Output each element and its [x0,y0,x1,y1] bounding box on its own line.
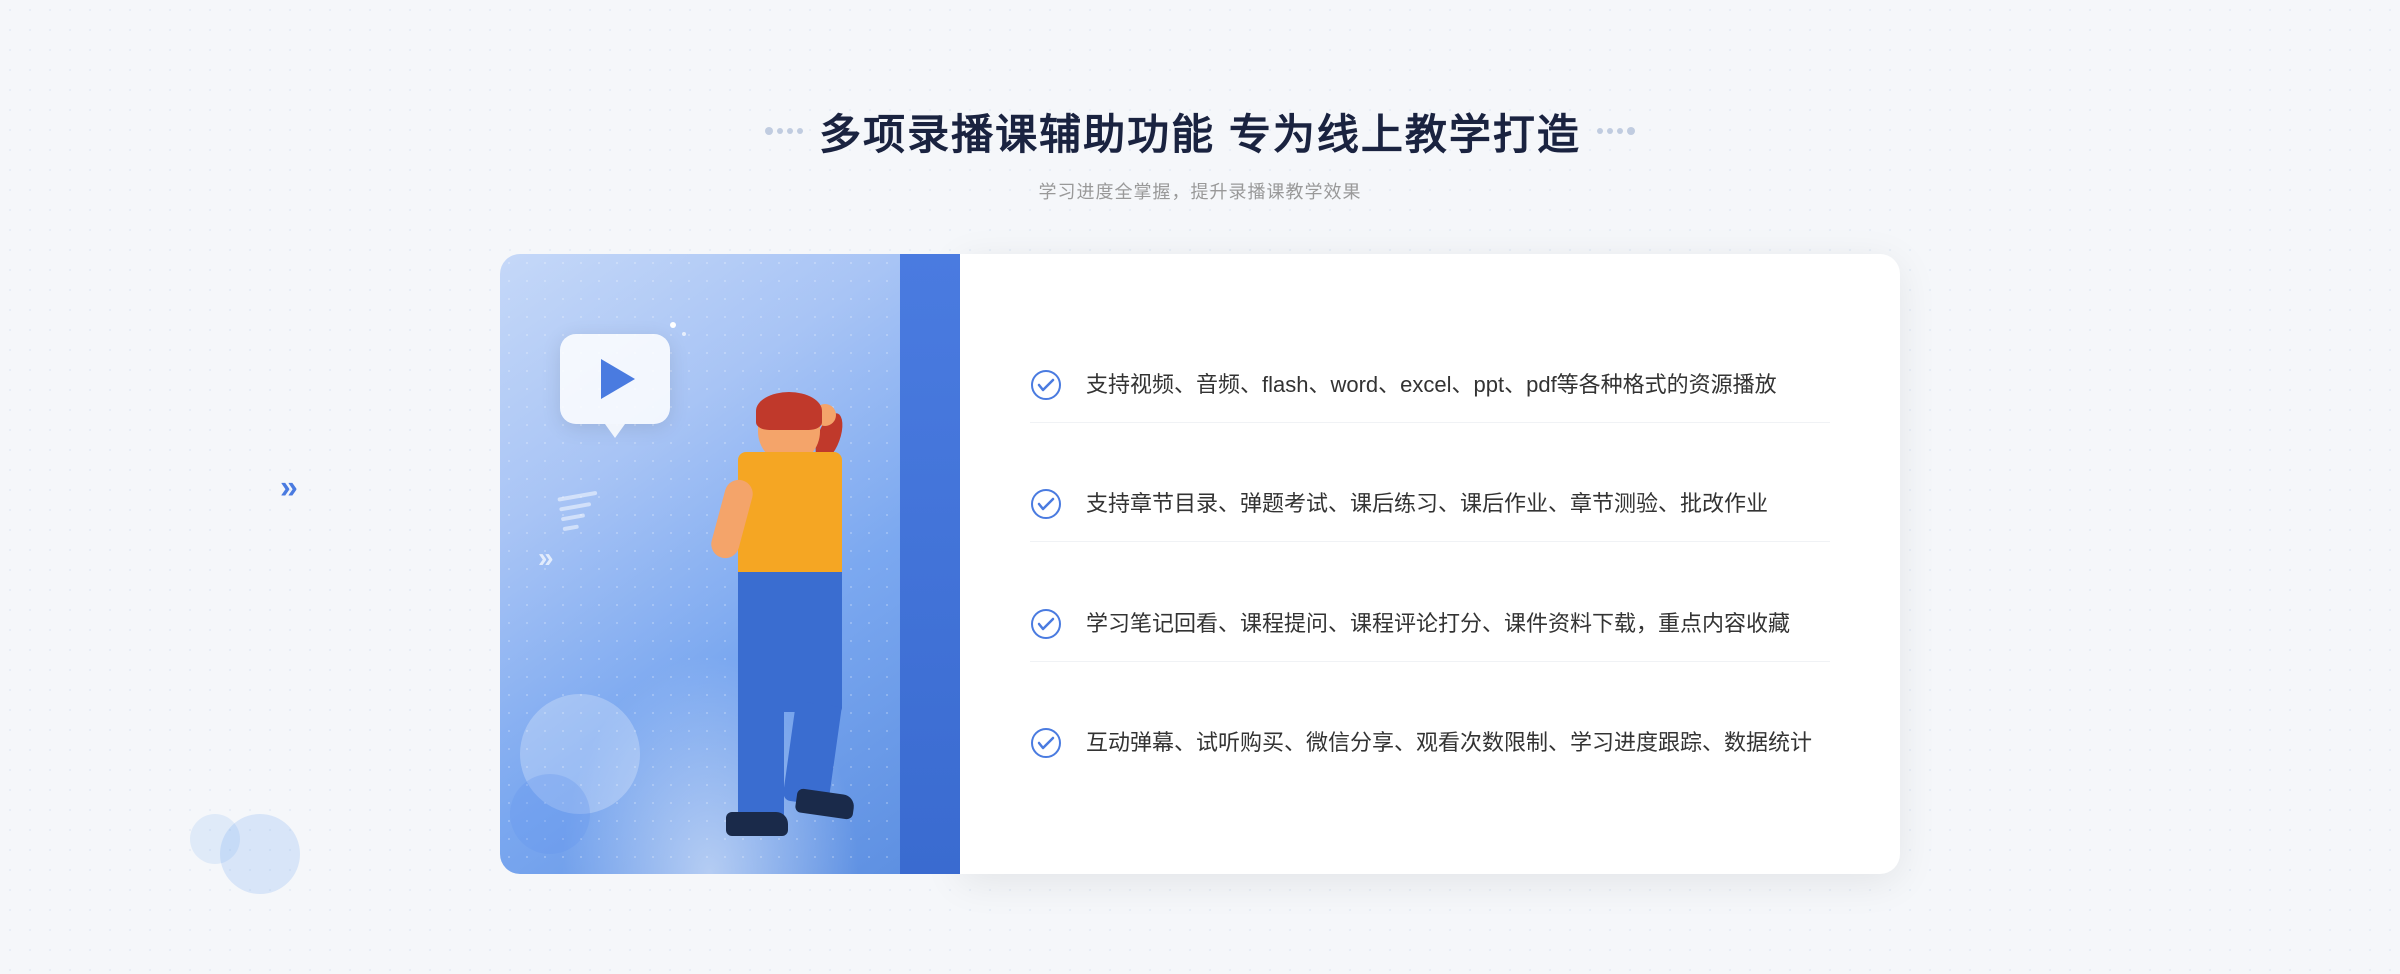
sparkle-1 [670,322,676,328]
circle-deco-2 [510,774,590,854]
main-title: 多项录播课辅助功能 专为线上教学打造 [819,101,1581,162]
stripe-4 [563,524,579,531]
person-leg-left [738,704,784,824]
feature-item-1: 支持视频、音频、flash、word、excel、ppt、pdf等各种格式的资源… [1030,347,1830,423]
feature-item-4: 互动弹幕、试听购买、微信分享、观看次数限制、学习进度跟踪、数据统计 [1030,705,1830,780]
check-icon-2 [1030,488,1062,520]
check-icon-1 [1030,369,1062,401]
page-container: » 多项录播课辅助功能 专为线上教学打造 学习进度全掌握，提升录播课教学效果 [0,0,2400,974]
illustration-panel: » [500,254,960,874]
dot-5 [1597,128,1603,134]
dot-6 [1607,128,1613,134]
person-pants [738,572,842,712]
header-section: 多项录播课辅助功能 专为线上教学打造 学习进度全掌握，提升录播课教学效果 [765,101,1635,204]
dot-3 [787,128,793,134]
person-hair [756,392,822,430]
sparkle-2 [682,332,686,336]
person-body [738,452,842,582]
features-panel: 支持视频、音频、flash、word、excel、ppt、pdf等各种格式的资源… [960,254,1900,874]
title-dots-right [1597,127,1635,135]
person-shoe-right [795,788,856,820]
dot-2 [777,128,783,134]
stripe-3 [561,513,585,521]
check-icon-3 [1030,608,1062,640]
blue-bar [900,254,960,874]
feature-text-4: 互动弹幕、试听购买、微信分享、观看次数限制、学习进度跟踪、数据统计 [1086,725,1812,760]
play-icon [601,359,635,399]
dot-1 [765,127,773,135]
feature-text-1: 支持视频、音频、flash、word、excel、ppt、pdf等各种格式的资源… [1086,367,1777,402]
stripe-1 [557,490,597,501]
content-area: » [500,254,1900,874]
stripe-decoration [557,490,602,530]
title-row: 多项录播课辅助功能 专为线上教学打造 [765,101,1635,162]
feature-item-2: 支持章节目录、弹题考试、课后练习、课后作业、章节测验、批改作业 [1030,466,1830,542]
sub-title: 学习进度全掌握，提升录播课教学效果 [765,178,1635,204]
stripe-2 [559,502,591,511]
feature-text-2: 支持章节目录、弹题考试、课后练习、课后作业、章节测验、批改作业 [1086,486,1768,521]
person-shoe-left [726,812,788,836]
dot-4 [797,128,803,134]
illustration-arrow: » [538,542,554,574]
left-arrow-icon: » [280,469,298,506]
deco-circle-2 [190,814,240,864]
feature-text-3: 学习笔记回看、课程提问、课程评论打分、课件资料下载，重点内容收藏 [1086,606,1790,641]
dot-8 [1627,127,1635,135]
title-dots-left [765,127,803,135]
dot-7 [1617,128,1623,134]
feature-item-3: 学习笔记回看、课程提问、课程评论打分、课件资料下载，重点内容收藏 [1030,586,1830,662]
check-icon-4 [1030,727,1062,759]
person-illustration [618,394,898,874]
